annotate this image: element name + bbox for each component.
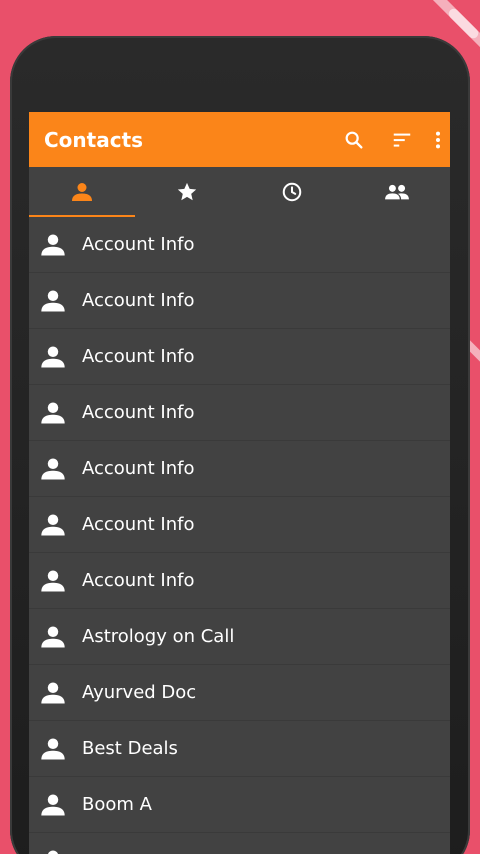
tab-contacts[interactable] [29,167,134,217]
contact-name: Account Info [82,570,195,591]
contact-row[interactable] [29,833,450,854]
contact-name: Account Info [82,346,195,367]
contact-row[interactable]: Account Info [29,385,450,441]
person-icon [41,402,65,423]
contact-name: Best Deals [82,738,178,759]
contact-list: Account Info Account Info Account Info A… [29,217,450,854]
contact-row[interactable]: Account Info [29,497,450,553]
search-button[interactable] [330,112,378,167]
contact-name: Account Info [82,514,195,535]
person-icon [47,850,59,854]
sort-icon [393,133,411,147]
contact-name: Astrology on Call [82,626,235,647]
group-icon [385,184,410,200]
clock-icon [282,182,302,202]
contact-avatar-icon [38,286,68,316]
tab-groups[interactable] [345,167,450,217]
star-icon [177,182,197,201]
person-icon [41,458,65,479]
contact-name: Account Info [82,234,195,255]
contact-avatar-icon [38,678,68,708]
contact-row[interactable]: Boom A [29,777,450,833]
person-icon [41,626,65,647]
app-bar: Contacts [29,112,450,167]
tab-recents[interactable] [240,167,345,217]
contact-avatar-icon [38,734,68,764]
person-icon [41,570,65,591]
selected-tab-indicator [29,215,135,217]
person-icon [41,794,65,815]
person-icon [41,290,65,311]
more-options-button[interactable] [426,112,450,167]
contact-name: Ayurved Doc [82,682,197,703]
tab-favorites[interactable] [134,167,239,217]
contact-avatar-icon [38,790,68,820]
tab-bar [29,167,450,217]
contact-name: Boom A [82,794,152,815]
contact-avatar-icon [38,342,68,372]
contact-row[interactable]: Best Deals [29,721,450,777]
person-icon [41,234,65,255]
contact-row[interactable]: Account Info [29,217,450,273]
contact-avatar-icon [38,510,68,540]
person-icon [41,682,65,703]
contact-name: Account Info [82,402,195,423]
contact-avatar-icon [38,622,68,652]
more-vert-icon [435,131,441,148]
contact-row[interactable]: Ayurved Doc [29,665,450,721]
contact-name: Account Info [82,458,195,479]
contact-avatar-icon [38,566,68,596]
contact-row[interactable]: Account Info [29,329,450,385]
app-title: Contacts [44,127,144,152]
person-icon [41,346,65,367]
contact-row[interactable]: Account Info [29,273,450,329]
contact-row[interactable]: Account Info [29,441,450,497]
person-icon [71,183,92,201]
person-icon [41,514,65,535]
contact-avatar-icon [38,230,68,260]
app-screen: Contacts Account Info Account Info Accou… [29,112,450,854]
contact-avatar-icon [38,454,68,484]
sort-button[interactable] [378,112,426,167]
contact-row[interactable]: Account Info [29,553,450,609]
contact-avatar-icon [38,846,68,854]
person-icon [41,738,65,759]
contact-row[interactable]: Astrology on Call [29,609,450,665]
contact-name: Account Info [82,290,195,311]
contact-avatar-icon [38,398,68,428]
search-icon [345,131,363,149]
